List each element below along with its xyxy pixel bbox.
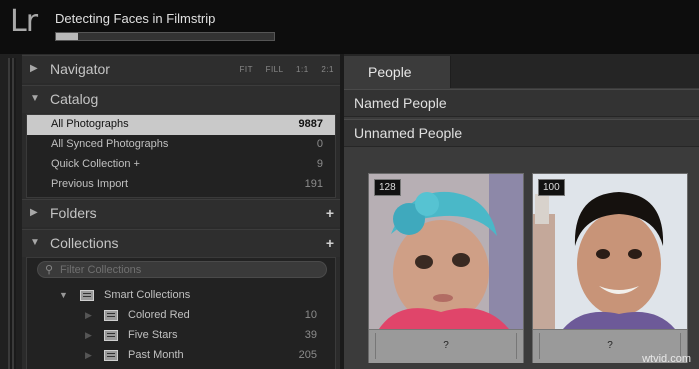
- catalog-panel-header[interactable]: ▼ Catalog: [22, 85, 340, 113]
- progress-fill: [56, 33, 78, 40]
- identity-bar: Lr Detecting Faces in Filmstrip: [0, 0, 699, 54]
- face-card[interactable]: 128 ?: [368, 173, 524, 363]
- catalog-item-count: 0: [316, 138, 323, 150]
- expanded-triangle-icon: ▼: [59, 290, 68, 300]
- navigator-title: Navigator: [50, 61, 110, 77]
- tab-people[interactable]: People: [344, 56, 451, 88]
- named-people-header[interactable]: Named People: [344, 89, 699, 117]
- catalog-item-previous-import[interactable]: Previous Import 191: [27, 175, 335, 195]
- folders-panel-header[interactable]: ▶ Folders +: [22, 199, 340, 227]
- catalog-item-all-synced[interactable]: All Synced Photographs 0: [27, 135, 335, 155]
- smart-collection-icon: [104, 350, 118, 361]
- face-name-value: ?: [607, 340, 613, 351]
- zoom-fit-option[interactable]: FIT: [239, 65, 252, 74]
- collapsed-triangle-icon: ▶: [85, 310, 92, 320]
- catalog-item-count: 191: [304, 178, 323, 190]
- expanded-triangle-icon: ▼: [30, 237, 40, 248]
- folders-title: Folders: [50, 205, 97, 221]
- smart-collections-group[interactable]: ▼ Smart Collections: [27, 286, 335, 306]
- activity-progress-bar: [55, 32, 275, 41]
- watermark-text: wtvid.com: [642, 353, 691, 365]
- collapsed-triangle-icon: ▶: [85, 330, 92, 340]
- smart-collection-icon: [104, 310, 118, 321]
- add-folder-button[interactable]: +: [326, 205, 334, 221]
- catalog-item-label: Quick Collection +: [51, 158, 140, 170]
- face-name-field[interactable]: ?: [369, 329, 523, 363]
- collection-item-colored-red[interactable]: ▶ Colored Red 10: [27, 306, 335, 326]
- collections-panel-header[interactable]: ▼ Collections +: [22, 229, 340, 257]
- collection-set-icon: [80, 290, 94, 301]
- collections-title: Collections: [50, 235, 119, 251]
- collection-item-past-month[interactable]: ▶ Past Month 205: [27, 346, 335, 366]
- face-thumbnail[interactable]: [533, 174, 687, 329]
- catalog-list: All Photographs 9887 All Synced Photogra…: [26, 114, 336, 198]
- collection-item-count: 10: [304, 309, 317, 321]
- collection-item-label: Past Month: [128, 349, 184, 361]
- catalog-item-count: 9887: [298, 118, 323, 130]
- man-face-image: [533, 174, 687, 329]
- activity-status-text: Detecting Faces in Filmstrip: [55, 11, 216, 26]
- collection-item-count: 39: [304, 329, 317, 341]
- catalog-item-all-photographs[interactable]: All Photographs 9887: [27, 115, 335, 135]
- face-name-value: ?: [443, 340, 449, 351]
- navigator-zoom-options: FIT FILL 1:1 2:1: [229, 65, 334, 74]
- lightroom-logo: Lr: [10, 4, 38, 39]
- collapsed-triangle-icon: ▶: [30, 207, 38, 218]
- add-collection-button[interactable]: +: [326, 235, 334, 251]
- face-count-badge: 128: [374, 179, 401, 196]
- collection-item-label: Five Stars: [128, 329, 178, 341]
- navigator-panel-header[interactable]: ▶ Navigator FIT FILL 1:1 2:1: [22, 55, 340, 83]
- unnamed-people-header[interactable]: Unnamed People: [344, 119, 699, 147]
- zoom-1to1-option[interactable]: 1:1: [296, 65, 309, 74]
- collection-item-count: 205: [298, 349, 317, 361]
- catalog-item-label: All Photographs: [51, 118, 129, 130]
- panel-resize-grip[interactable]: [8, 58, 16, 369]
- baby-face-image: [369, 174, 523, 329]
- zoom-fill-option[interactable]: FILL: [266, 65, 284, 74]
- named-people-label: Named People: [354, 95, 447, 111]
- collapsed-triangle-icon: ▶: [85, 350, 92, 360]
- catalog-item-label: Previous Import: [51, 178, 129, 190]
- catalog-item-count: 9: [316, 158, 323, 170]
- face-card[interactable]: 100 ?: [532, 173, 688, 363]
- zoom-2to1-option[interactable]: 2:1: [321, 65, 334, 74]
- collapsed-triangle-icon: ▶: [30, 63, 38, 74]
- collection-group-label: Smart Collections: [104, 289, 191, 301]
- collection-item-label: Colored Red: [128, 309, 190, 321]
- catalog-item-label: All Synced Photographs: [51, 138, 169, 150]
- search-icon: ⚲: [45, 264, 54, 276]
- catalog-item-quick-collection[interactable]: Quick Collection + 9: [27, 155, 335, 175]
- unnamed-people-label: Unnamed People: [354, 125, 463, 141]
- collections-list: ⚲ ▼ Smart Collections ▶ Colored Red 10 ▶…: [26, 257, 336, 369]
- expanded-triangle-icon: ▼: [30, 93, 40, 104]
- catalog-title: Catalog: [50, 91, 99, 107]
- collection-item-five-stars[interactable]: ▶ Five Stars 39: [27, 326, 335, 346]
- smart-collection-icon: [104, 330, 118, 341]
- face-count-badge: 100: [538, 179, 565, 196]
- tab-people-label: People: [368, 64, 412, 80]
- filter-collections-field[interactable]: ⚲: [37, 261, 327, 278]
- filter-collections-input[interactable]: [60, 263, 320, 276]
- face-thumbnail[interactable]: [369, 174, 523, 329]
